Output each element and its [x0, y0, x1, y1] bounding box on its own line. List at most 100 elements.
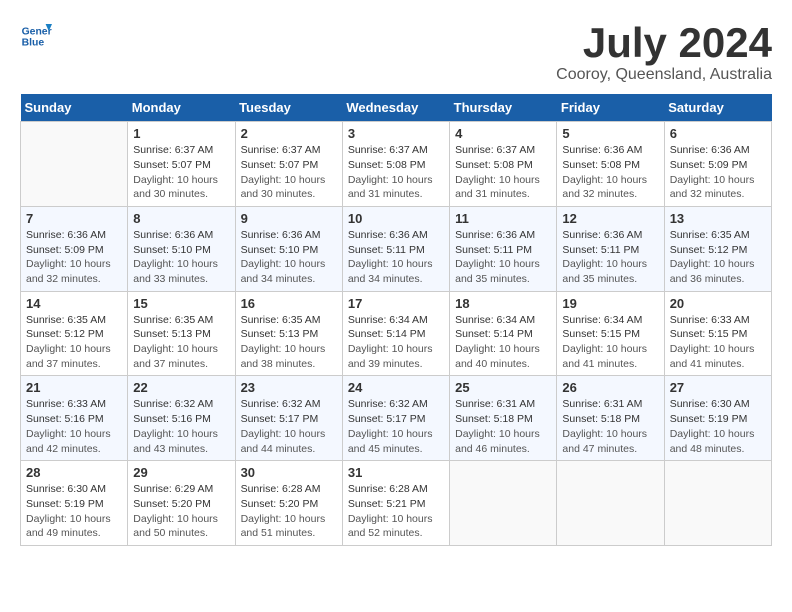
day-number: 18 — [455, 296, 551, 311]
col-monday: Monday — [128, 94, 235, 122]
logo: General Blue — [20, 20, 52, 52]
calendar-cell: 20 Sunrise: 6:33 AMSunset: 5:15 PMDayligh… — [664, 291, 771, 376]
col-wednesday: Wednesday — [342, 94, 449, 122]
calendar-cell: 3 Sunrise: 6:37 AMSunset: 5:08 PMDaylight… — [342, 122, 449, 207]
day-number: 17 — [348, 296, 444, 311]
calendar-cell: 6Sunrise: 6:36 AMSunset: 5:09 PMDaylight… — [664, 122, 771, 207]
day-info: Sunrise: 6:36 AMSunset: 5:11 PMDaylight:… — [348, 228, 444, 287]
day-number: 30 — [241, 465, 337, 480]
calendar-cell: 22 Sunrise: 6:32 AMSunset: 5:16 PMDayligh… — [128, 376, 235, 461]
col-tuesday: Tuesday — [235, 94, 342, 122]
calendar-cell: 18 Sunrise: 6:34 AMSunset: 5:14 PMDayligh… — [450, 291, 557, 376]
day-info: Sunrise: 6:34 AMSunset: 5:14 PMDaylight:… — [455, 313, 551, 372]
calendar-cell: 2 Sunrise: 6:37 AMSunset: 5:07 PMDaylight… — [235, 122, 342, 207]
calendar-cell: 8 Sunrise: 6:36 AMSunset: 5:10 PMDaylight… — [128, 206, 235, 291]
day-number: 9 — [241, 211, 337, 226]
day-number: 29 — [133, 465, 229, 480]
day-number: 14 — [26, 296, 122, 311]
day-number: 20 — [670, 296, 766, 311]
calendar-cell: 24 Sunrise: 6:32 AMSunset: 5:17 PMDayligh… — [342, 376, 449, 461]
day-number: 19 — [562, 296, 658, 311]
calendar-cell — [664, 461, 771, 546]
calendar-cell — [557, 461, 664, 546]
day-info: Sunrise: 6:35 AMSunset: 5:13 PMDaylight:… — [133, 313, 229, 372]
day-number: 8 — [133, 211, 229, 226]
calendar-cell — [450, 461, 557, 546]
day-info: Sunrise: 6:36 AMSunset: 5:10 PMDaylight:… — [241, 228, 337, 287]
calendar-cell: 11Sunrise: 6:36 AMSunset: 5:11 PMDayligh… — [450, 206, 557, 291]
calendar-cell: 28 Sunrise: 6:30 AMSunset: 5:19 PMDayligh… — [21, 461, 128, 546]
day-number: 15 — [133, 296, 229, 311]
location-title: Cooroy, Queensland, Australia — [556, 66, 772, 84]
day-info: Sunrise: 6:35 AMSunset: 5:13 PMDaylight:… — [241, 313, 337, 372]
logo-icon: General Blue — [20, 20, 52, 52]
day-number: 7 — [26, 211, 122, 226]
day-info: Sunrise: 6:30 AMSunset: 5:19 PMDaylight:… — [26, 482, 122, 541]
col-saturday: Saturday — [664, 94, 771, 122]
calendar-cell: 1Sunrise: 6:37 AMSunset: 5:07 PMDaylight… — [128, 122, 235, 207]
day-info: Sunrise: 6:31 AMSunset: 5:18 PMDaylight:… — [455, 397, 551, 456]
col-thursday: Thursday — [450, 94, 557, 122]
calendar-cell: 25 Sunrise: 6:31 AMSunset: 5:18 PMDayligh… — [450, 376, 557, 461]
day-info: Sunrise: 6:37 AMSunset: 5:08 PMDaylight:… — [455, 143, 551, 202]
svg-text:Blue: Blue — [22, 38, 45, 49]
day-info: Sunrise: 6:28 AMSunset: 5:20 PMDaylight:… — [241, 482, 337, 541]
day-info: Sunrise: 6:33 AMSunset: 5:15 PMDaylight:… — [670, 313, 766, 372]
day-info: Sunrise: 6:37 AMSunset: 5:08 PMDaylight:… — [348, 143, 444, 202]
calendar-cell: 27Sunrise: 6:30 AMSunset: 5:19 PMDayligh… — [664, 376, 771, 461]
calendar-cell: 5Sunrise: 6:36 AMSunset: 5:08 PMDaylight… — [557, 122, 664, 207]
day-number: 2 — [241, 126, 337, 141]
day-info: Sunrise: 6:36 AMSunset: 5:09 PMDaylight:… — [670, 143, 766, 202]
day-number: 5 — [562, 126, 658, 141]
calendar-week-row: 1 Sunrise: 6:37 AMSunset: 5:07 PMDaylight… — [21, 122, 772, 207]
calendar-cell: 23 Sunrise: 6:32 AMSunset: 5:17 PMDayligh… — [235, 376, 342, 461]
month-title: July 2024 — [556, 20, 772, 66]
day-number: 22 — [133, 380, 229, 395]
day-number: 4 — [455, 126, 551, 141]
calendar-cell: 17 Sunrise: 6:34 AMSunset: 5:14 PMDayligh… — [342, 291, 449, 376]
page-header: General Blue July 2024 Cooroy, Queenslan… — [20, 20, 772, 84]
day-info: Sunrise: 6:37 AMSunset: 5:07 PMDaylight:… — [241, 143, 337, 202]
calendar-cell: 30 Sunrise: 6:28 AMSunset: 5:20 PMDayligh… — [235, 461, 342, 546]
day-number: 24 — [348, 380, 444, 395]
day-info: Sunrise: 6:35 AMSunset: 5:12 PMDaylight:… — [670, 228, 766, 287]
calendar-table: Sunday Monday Tuesday Wednesday Thursday… — [20, 94, 772, 546]
day-info: Sunrise: 6:34 AMSunset: 5:15 PMDaylight:… — [562, 313, 658, 372]
title-section: July 2024 Cooroy, Queensland, Australia — [556, 20, 772, 84]
col-friday: Friday — [557, 94, 664, 122]
day-number: 25 — [455, 380, 551, 395]
calendar-cell: 14Sunrise: 6:35 AMSunset: 5:12 PMDayligh… — [21, 291, 128, 376]
calendar-week-row: 21Sunrise: 6:33 AMSunset: 5:16 PMDayligh… — [21, 376, 772, 461]
day-number: 11 — [455, 211, 551, 226]
day-number: 28 — [26, 465, 122, 480]
day-info: Sunrise: 6:29 AMSunset: 5:20 PMDaylight:… — [133, 482, 229, 541]
calendar-cell: 4 Sunrise: 6:37 AMSunset: 5:08 PMDaylight… — [450, 122, 557, 207]
day-info: Sunrise: 6:36 AMSunset: 5:09 PMDaylight:… — [26, 228, 122, 287]
day-number: 10 — [348, 211, 444, 226]
day-number: 3 — [348, 126, 444, 141]
day-number: 23 — [241, 380, 337, 395]
calendar-cell — [21, 122, 128, 207]
day-number: 16 — [241, 296, 337, 311]
calendar-header-row: Sunday Monday Tuesday Wednesday Thursday… — [21, 94, 772, 122]
day-number: 26 — [562, 380, 658, 395]
day-number: 31 — [348, 465, 444, 480]
day-info: Sunrise: 6:34 AMSunset: 5:14 PMDaylight:… — [348, 313, 444, 372]
calendar-cell: 12Sunrise: 6:36 AMSunset: 5:11 PMDayligh… — [557, 206, 664, 291]
day-info: Sunrise: 6:36 AMSunset: 5:11 PMDaylight:… — [562, 228, 658, 287]
col-sunday: Sunday — [21, 94, 128, 122]
day-info: Sunrise: 6:28 AMSunset: 5:21 PMDaylight:… — [348, 482, 444, 541]
day-info: Sunrise: 6:30 AMSunset: 5:19 PMDaylight:… — [670, 397, 766, 456]
day-number: 1 — [133, 126, 229, 141]
day-info: Sunrise: 6:32 AMSunset: 5:17 PMDaylight:… — [241, 397, 337, 456]
calendar-cell: 16 Sunrise: 6:35 AMSunset: 5:13 PMDayligh… — [235, 291, 342, 376]
calendar-cell: 19 Sunrise: 6:34 AMSunset: 5:15 PMDayligh… — [557, 291, 664, 376]
day-info: Sunrise: 6:32 AMSunset: 5:16 PMDaylight:… — [133, 397, 229, 456]
day-info: Sunrise: 6:36 AMSunset: 5:10 PMDaylight:… — [133, 228, 229, 287]
calendar-cell: 26 Sunrise: 6:31 AMSunset: 5:18 PMDayligh… — [557, 376, 664, 461]
calendar-cell: 7 Sunrise: 6:36 AMSunset: 5:09 PMDaylight… — [21, 206, 128, 291]
calendar-cell: 9 Sunrise: 6:36 AMSunset: 5:10 PMDaylight… — [235, 206, 342, 291]
calendar-cell: 15 Sunrise: 6:35 AMSunset: 5:13 PMDayligh… — [128, 291, 235, 376]
day-info: Sunrise: 6:31 AMSunset: 5:18 PMDaylight:… — [562, 397, 658, 456]
day-info: Sunrise: 6:32 AMSunset: 5:17 PMDaylight:… — [348, 397, 444, 456]
